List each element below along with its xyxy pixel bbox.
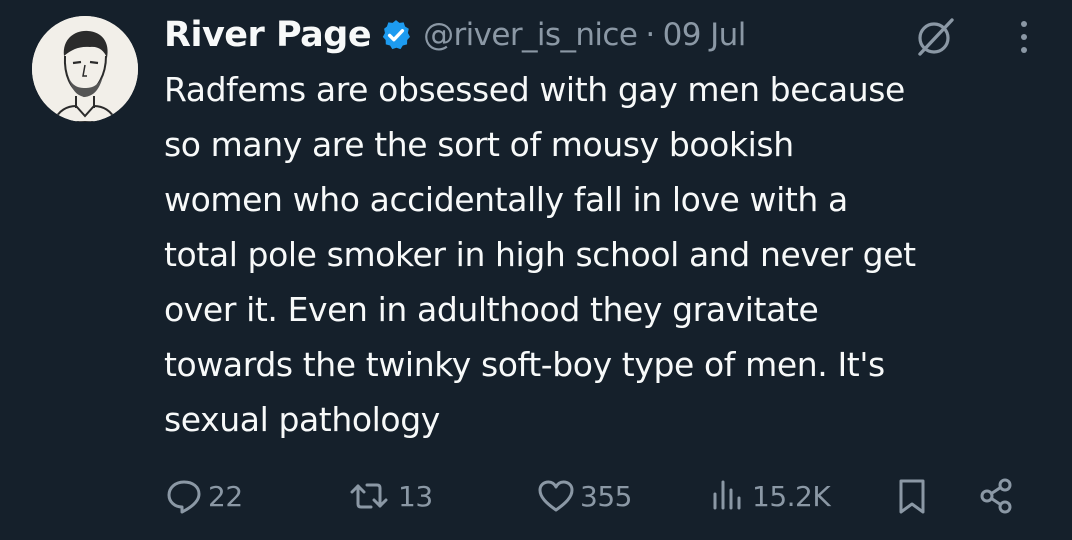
tweet-text: Radfems are obsessed with gay men becaus… [164,70,916,439]
reply-button[interactable]: 22 [164,470,243,522]
bookmark-icon [899,479,925,514]
action-bar: 22 13 355 15.2K [0,470,1072,522]
reply-count: 22 [208,479,243,513]
verified-badge-icon [382,20,411,50]
more-vertical-icon[interactable] [1014,16,1034,58]
separator-dot: · [645,17,655,53]
heart-icon [538,480,574,512]
views-button[interactable]: 15.2K [708,470,831,522]
views-count: 15.2K [752,479,831,513]
author-name[interactable]: River Page [164,15,372,55]
share-icon [980,478,1012,514]
like-button[interactable]: 355 [536,470,632,522]
grok-icon[interactable] [912,14,958,60]
avatar[interactable] [32,16,138,122]
retweet-icon [350,483,388,509]
views-icon [713,480,741,510]
author-handle[interactable]: @river_is_nice [423,17,638,53]
retweet-button[interactable]: 13 [344,470,433,522]
reply-icon [167,480,201,514]
bookmark-button[interactable] [892,470,932,522]
retweet-count: 13 [398,479,433,513]
tweet-date[interactable]: 09 Jul [663,17,747,53]
tweet-header: River Page @river_is_nice · 09 Jul [164,10,746,60]
like-count: 355 [580,479,632,513]
share-button[interactable] [976,470,1016,522]
